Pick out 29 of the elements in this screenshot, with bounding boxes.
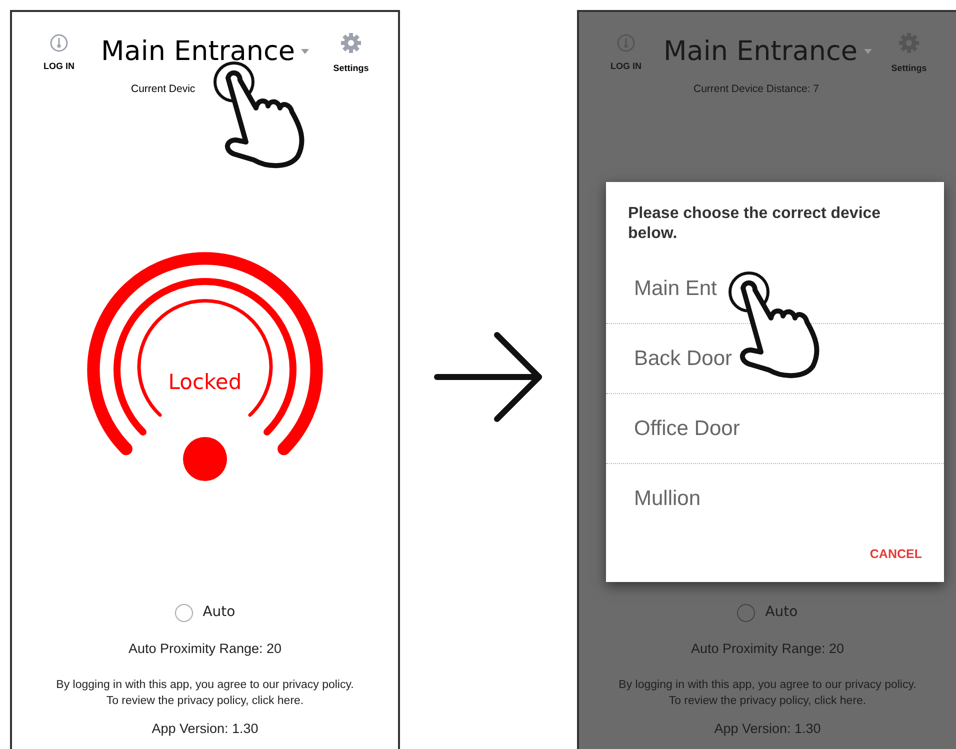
privacy-text: To review the privacy policy, click here. xyxy=(106,694,304,710)
device-title[interactable]: Main Entrance xyxy=(100,36,295,68)
login-button[interactable]: LOG IN xyxy=(44,60,74,74)
caret-icon[interactable] xyxy=(301,49,309,55)
lock-status: Locked xyxy=(167,369,243,396)
device-title[interactable]: Main Entrance xyxy=(663,36,858,68)
auto-radio[interactable] xyxy=(174,604,193,622)
settings-label[interactable]: Settings xyxy=(333,62,369,76)
privacy-text: By logging in with this app, you agree to our privacy policy. xyxy=(56,678,354,694)
auto-radio[interactable] xyxy=(737,604,756,622)
privacy-text: By logging in with this app, you agree to our privacy policy. xyxy=(618,678,916,694)
settings-label[interactable]: Settings xyxy=(891,62,927,76)
proximity-range: Auto Proximity Range: 20 xyxy=(128,640,282,658)
app-version: App Version: 1.30 xyxy=(152,720,258,738)
device-distance: Current Devic xyxy=(130,82,196,97)
caret-icon[interactable] xyxy=(864,49,872,55)
app-version: App Version: 1.30 xyxy=(714,720,821,738)
device-option[interactable]: Mullion xyxy=(606,464,944,534)
proximity-range: Auto Proximity Range: 20 xyxy=(690,640,844,658)
dialog-prompt: Please choose the correct device below. xyxy=(627,204,882,244)
cancel-button[interactable]: CANCEL xyxy=(870,545,922,564)
device-option[interactable]: Office Door xyxy=(606,394,944,464)
settings-icon[interactable] xyxy=(340,32,362,54)
gauge-icon[interactable] xyxy=(49,32,69,54)
login-button[interactable]: LOG IN xyxy=(610,60,642,74)
privacy-text: To review the privacy policy, click here. xyxy=(668,694,866,710)
auto-label: Auto xyxy=(765,603,798,622)
auto-label: Auto xyxy=(202,603,236,622)
device-distance: Current Device Distance: 7 xyxy=(693,82,819,97)
